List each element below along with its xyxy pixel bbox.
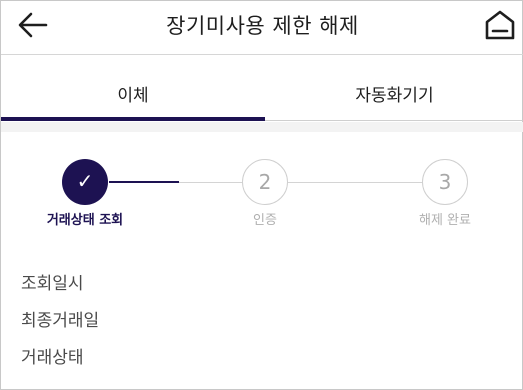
last-transaction-date-label: 최종거래일 [21, 311, 100, 331]
tab-active-indicator [1, 117, 265, 121]
home-icon [485, 10, 515, 40]
step-connector [287, 182, 423, 183]
step-2-label: 인증 [253, 213, 277, 228]
step-1-label: 거래상태 조회 [46, 213, 124, 228]
step-1-check-icon: ✓ [62, 159, 108, 205]
progress-stepper: ✓ 2 3 거래상태 조회 인증 해제 완료 [1, 151, 523, 241]
step-2-circle: 2 [242, 159, 288, 205]
step-3-circle: 3 [422, 159, 468, 205]
tab-atm[interactable]: 자동화기기 [265, 74, 523, 122]
step-3-label: 해제 완료 [419, 213, 471, 228]
page-title: 장기미사용 제한 해제 [166, 14, 359, 38]
tab-bar: 이체 자동화기기 [1, 74, 523, 122]
app-frame: 장기미사용 제한 해제 이체 자동화기기 ✓ 2 3 거래상태 조회 인증 해제… [0, 0, 523, 390]
step-connector [179, 182, 243, 183]
home-button[interactable] [482, 8, 518, 42]
step-connector-done [109, 181, 179, 183]
inquiry-datetime-label: 조회일시 [21, 274, 84, 294]
transaction-status-label: 거래상태 [21, 348, 84, 368]
tab-shadow [1, 122, 523, 132]
tab-transfer[interactable]: 이체 [1, 74, 265, 122]
app-header: 장기미사용 제한 해제 [1, 1, 523, 55]
